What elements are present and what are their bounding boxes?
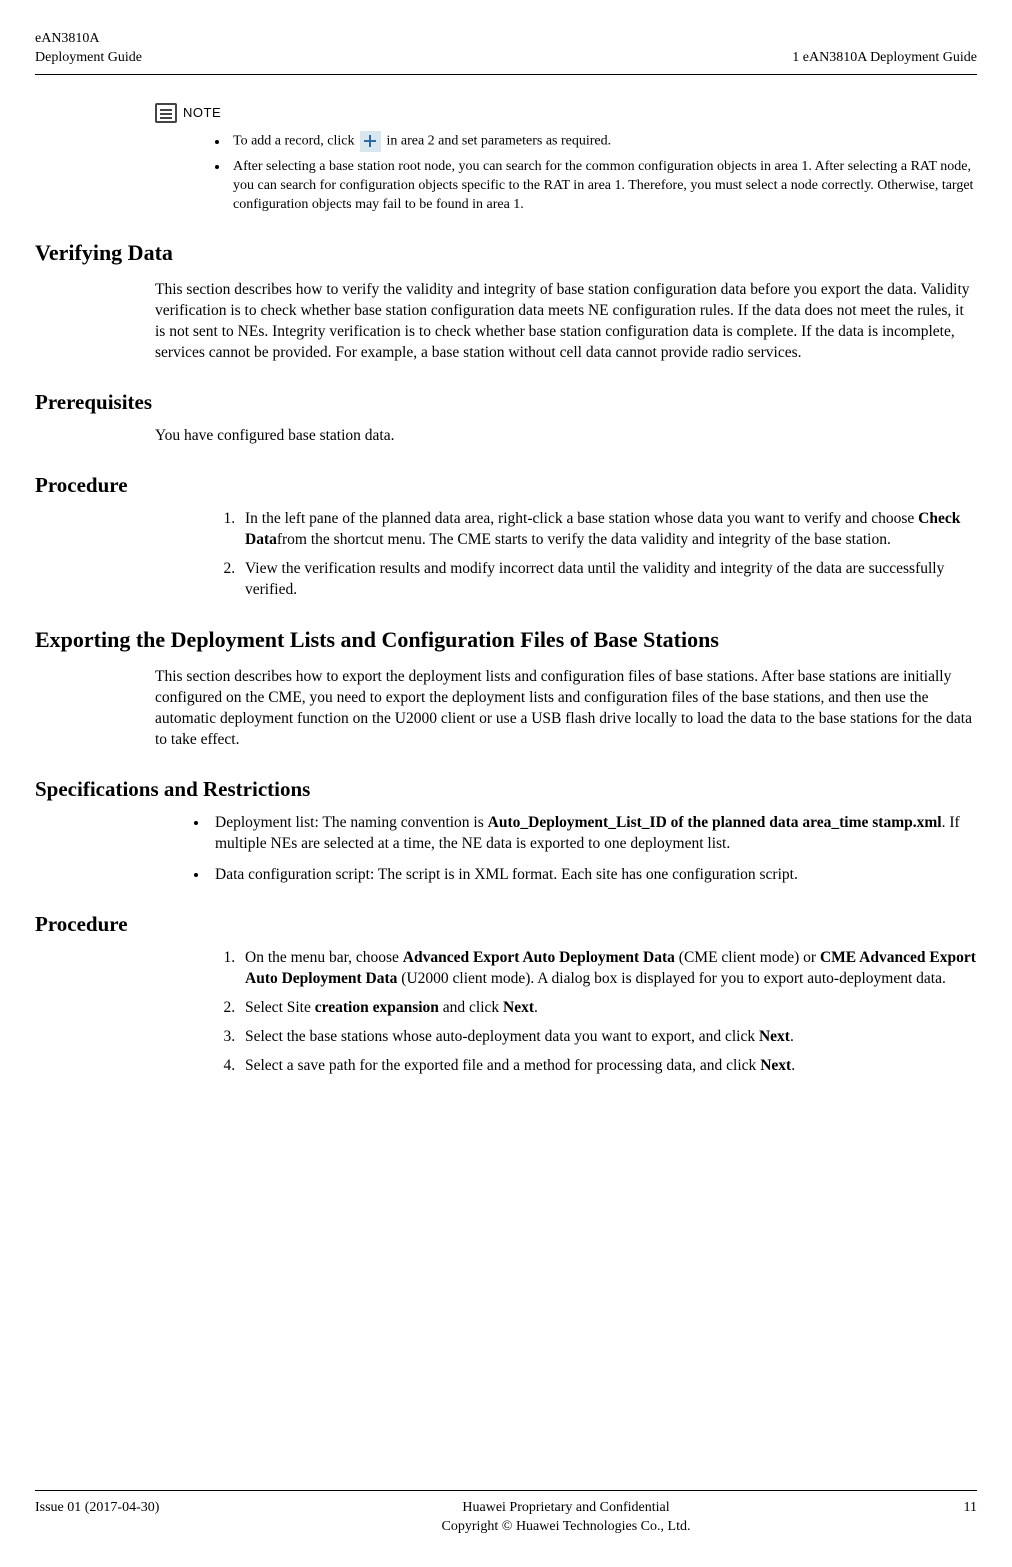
note-header: NOTE [155,103,977,123]
header-doc-left: Deployment Guide [35,49,142,68]
footer-line-2: Copyright © Huawei Technologies Co., Ltd… [215,1518,917,1537]
specs-list: Deployment list: The naming convention i… [155,813,977,886]
note-icon [155,103,177,123]
step-bold-1: Advanced Export Auto Deployment Data [403,949,675,966]
para-verifying: This section describes how to verify the… [155,280,977,364]
heading-exporting: Exporting the Deployment Lists and Confi… [35,625,977,655]
step-bold-1: creation expansion [315,999,439,1016]
heading-procedure-2: Procedure [35,910,977,938]
footer-line-1: Huawei Proprietary and Confidential [215,1499,917,1518]
procedure-2-list: On the menu bar, choose Advanced Export … [155,948,977,1077]
list-item: View the verification results and modify… [239,559,977,601]
note-text: After selecting a base station root node… [233,159,973,212]
step-text-pre: In the left pane of the planned data are… [245,510,918,527]
step-text-mid: and click [439,999,503,1016]
step-text-pre: On the menu bar, choose [245,949,403,966]
para-exporting: This section describes how to export the… [155,667,977,751]
running-footer: Issue 01 (2017-04-30) Huawei Proprietary… [35,1490,977,1537]
note-item: To add a record, click in area 2 and set… [229,131,977,152]
spec-bold: Auto_Deployment_List_ID of the planned d… [488,814,942,831]
note-text-post: in area 2 and set parameters as required… [386,134,611,149]
step-bold-2: Next [503,999,534,1016]
step-text-post: . [791,1057,795,1074]
step-text-post: . [534,999,538,1016]
note-text-pre: To add a record, click [233,134,358,149]
list-item: Select the base stations whose auto-depl… [239,1027,977,1048]
heading-specs: Specifications and Restrictions [35,775,977,803]
heading-verifying-data: Verifying Data [35,238,977,268]
list-item: Select a save path for the exported file… [239,1056,977,1077]
list-item: Select Site creation expansion and click… [239,998,977,1019]
step-text-pre: Select a save path for the exported file… [245,1057,760,1074]
footer-center: Huawei Proprietary and Confidential Copy… [215,1499,917,1537]
list-item: In the left pane of the planned data are… [239,509,977,551]
footer-issue: Issue 01 (2017-04-30) [35,1499,215,1537]
procedure-2-block: On the menu bar, choose Advanced Export … [155,948,977,1077]
heading-prerequisites: Prerequisites [35,388,977,416]
spec-text-pre: Deployment list: The naming convention i… [215,814,488,831]
list-item: Data configuration script: The script is… [209,865,977,886]
note-label: NOTE [183,104,221,122]
note-list: To add a record, click in area 2 and set… [155,131,977,215]
step-text-pre: Select the base stations whose auto-depl… [245,1028,759,1045]
footer-page: 11 [917,1499,977,1537]
spec-text: Data configuration script: The script is… [215,866,798,883]
list-item: On the menu bar, choose Advanced Export … [239,948,977,990]
add-icon [360,131,381,152]
heading-procedure-1: Procedure [35,471,977,499]
specs-block: Deployment list: The naming convention i… [155,813,977,886]
para-prerequisites: You have configured base station data. [155,426,977,447]
header-product: eAN3810A [35,30,142,49]
step-text-post: from the shortcut menu. The CME starts t… [277,531,891,548]
note-item: After selecting a base station root node… [229,158,977,215]
procedure-1-block: In the left pane of the planned data are… [155,509,977,601]
step-text-mid: (CME client mode) or [675,949,820,966]
step-text: View the verification results and modify… [245,560,944,598]
procedure-1-list: In the left pane of the planned data are… [155,509,977,601]
step-text-pre: Select Site [245,999,315,1016]
step-text-post: . [790,1028,794,1045]
list-item: Deployment list: The naming convention i… [209,813,977,855]
header-left: eAN3810A Deployment Guide [35,30,142,68]
note-block: NOTE To add a record, click in area 2 an… [155,103,977,215]
step-bold-1: Next [759,1028,790,1045]
header-doc-right: 1 eAN3810A Deployment Guide [792,49,977,68]
step-text-post: (U2000 client mode). A dialog box is dis… [397,970,945,987]
running-header: eAN3810A Deployment Guide 1 eAN3810A Dep… [35,30,977,75]
step-bold-1: Next [760,1057,791,1074]
